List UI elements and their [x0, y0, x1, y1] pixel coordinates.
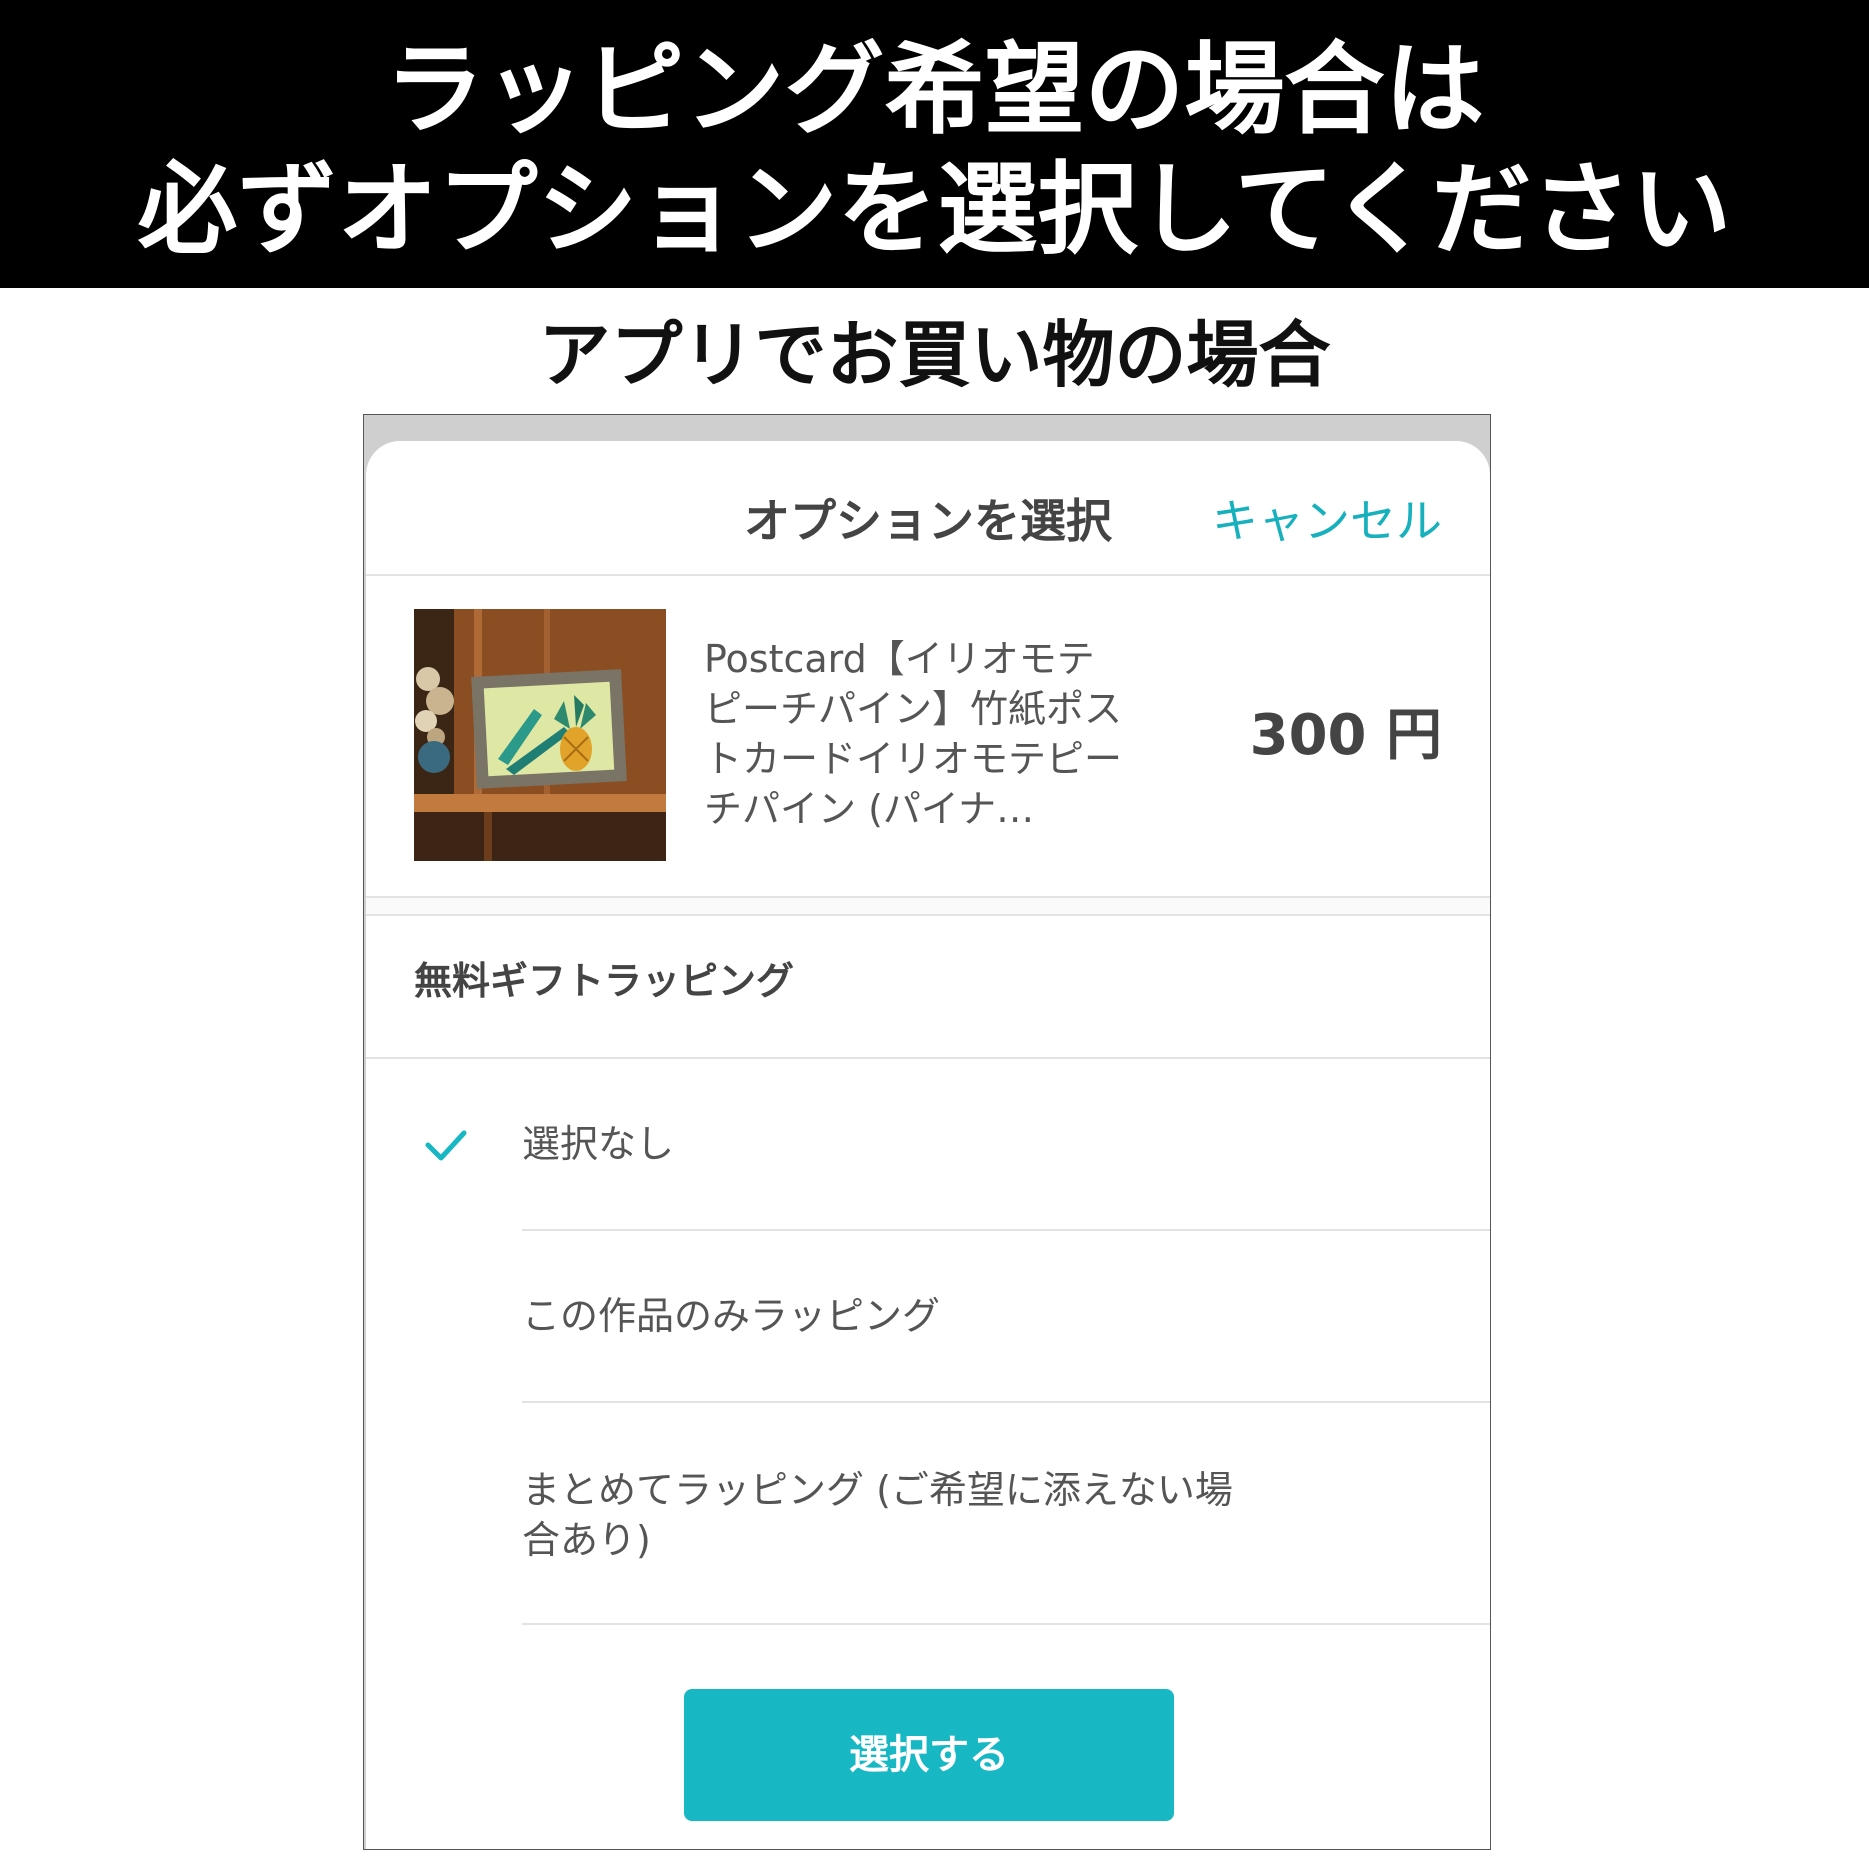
app-screenshot-frame: オプションを選択 キャンセル Postcard【イリオモテピーチパイン】竹紙ポス… — [363, 414, 1491, 1850]
product-row: Postcard【イリオモテピーチパイン】竹紙ポストカードイリオモテピーチパイン… — [366, 576, 1490, 898]
pineapple-postcard-photo — [414, 609, 666, 861]
option-group-title: 無料ギフトラッピング — [414, 959, 795, 1003]
option-wrap-together[interactable]: まとめてラッピング (ご希望に添えない場合あり) — [366, 1403, 1490, 1625]
option-label: 選択なし — [522, 1122, 675, 1166]
option-select-sheet: オプションを選択 キャンセル Postcard【イリオモテピーチパイン】竹紙ポス… — [366, 441, 1490, 1849]
section-separator — [366, 898, 1490, 916]
instruction-banner: ラッピング希望の場合は 必ずオプションを選択してください — [0, 0, 1869, 288]
sheet-header: オプションを選択 キャンセル — [366, 441, 1490, 576]
product-name: Postcard【イリオモテピーチパイン】竹紙ポストカードイリオモテピーチパイン… — [704, 637, 1123, 831]
product-thumbnail — [414, 609, 666, 861]
cancel-button[interactable]: キャンセル — [1212, 493, 1442, 549]
option-label: この作品のみラッピング — [522, 1294, 941, 1338]
checkmark-icon — [425, 1130, 467, 1161]
section-subtitle: アプリでお買い物の場合 — [538, 313, 1331, 397]
option-no-wrapping[interactable]: 選択なし — [366, 1059, 1490, 1231]
banner-line-1: ラッピング希望の場合は — [384, 31, 1485, 148]
option-wrap-this-item[interactable]: この作品のみラッピング — [366, 1231, 1490, 1403]
select-button[interactable]: 選択する — [684, 1689, 1174, 1821]
product-price: 300 円 — [1249, 703, 1442, 768]
banner-line-2: 必ずオプションを選択してください — [137, 151, 1732, 268]
option-label: まとめてラッピング (ご希望に添えない場合あり) — [522, 1468, 1233, 1562]
option-divider — [522, 1623, 1490, 1625]
